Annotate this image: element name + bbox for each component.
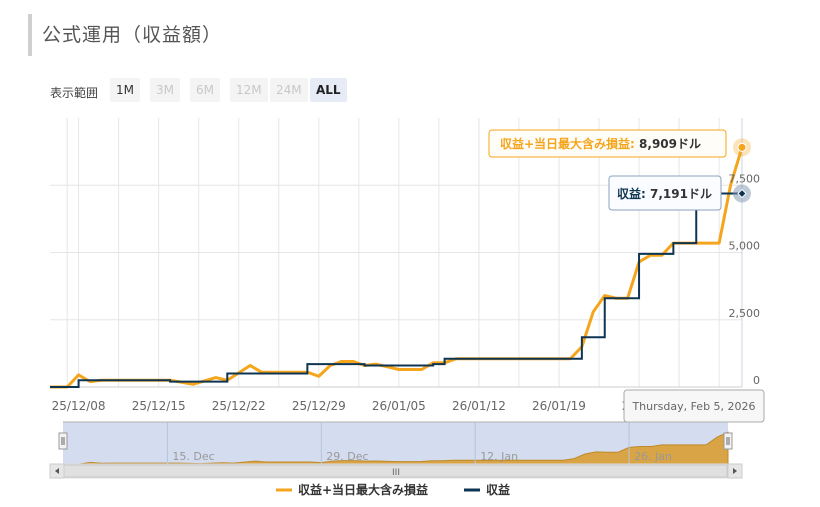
x-axis-tick-label: 26/01/05 bbox=[372, 399, 426, 413]
x-axis-tick-label: 26/01/12 bbox=[452, 399, 506, 413]
navigator-label: 15. Dec bbox=[172, 450, 214, 463]
navigator-left-handle[interactable] bbox=[58, 432, 68, 450]
navigator-label: 26. Jan bbox=[634, 450, 672, 463]
navigator-right-handle[interactable] bbox=[723, 432, 733, 450]
y-axis-tick-label: 5,000 bbox=[729, 240, 761, 253]
y-axis-tick-label: 7,500 bbox=[729, 172, 761, 185]
data-point-max-unrealized bbox=[737, 142, 747, 152]
x-axis-tick-label: 25/12/15 bbox=[132, 399, 186, 413]
x-axis-tick-label: 25/12/29 bbox=[292, 399, 346, 413]
x-axis-tick-label: 25/12/22 bbox=[212, 399, 266, 413]
x-axis-tick-label: 26/01/19 bbox=[532, 399, 586, 413]
legend-label-profit: 収益 bbox=[486, 482, 510, 497]
scrollbar-grip: III bbox=[392, 468, 400, 478]
tooltip-max-unrealized-text: 収益+当日最大含み損益: 8,909ドル bbox=[500, 136, 701, 151]
y-axis-tick-label: 2,500 bbox=[729, 307, 761, 320]
navigator-label: 12. Jan bbox=[480, 450, 518, 463]
series-line-profit bbox=[50, 192, 742, 388]
navigator-label: 29. Dec bbox=[326, 450, 368, 463]
y-axis-tick-label: 0 bbox=[753, 374, 760, 387]
tooltip-profit-text: 収益: 7,191ドル bbox=[617, 186, 712, 201]
crosshair-date-text: Thursday, Feb 5, 2026 bbox=[631, 400, 755, 413]
profit-chart: 0 2,500 5,000 7,500 25/12/08 25/12/15 25/12/22… bbox=[49, 118, 765, 497]
legend-label-max-unrealized: 収益+当日最大含み損益 bbox=[298, 482, 428, 497]
x-axis-tick-label: 25/12/08 bbox=[52, 399, 106, 413]
